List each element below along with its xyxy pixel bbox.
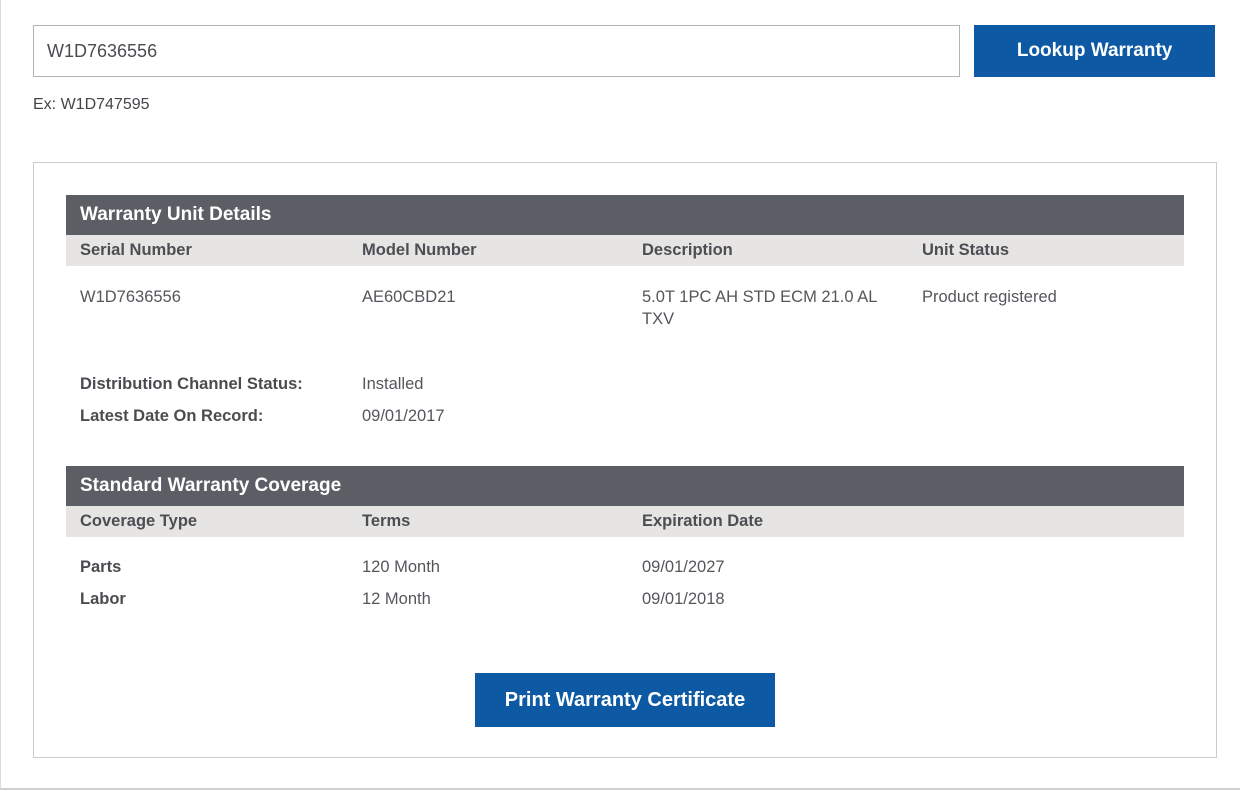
column-header-terms: Terms	[348, 508, 628, 535]
column-header-description: Description	[628, 237, 908, 264]
distribution-channel-status-row: Distribution Channel Status: Installed	[66, 368, 1184, 400]
latest-date-on-record-row: Latest Date On Record: 09/01/2017	[66, 400, 1184, 432]
unit-status-details: Distribution Channel Status: Installed L…	[66, 368, 1184, 432]
coverage-rows: Parts 120 Month 09/01/2027 Labor 12 Mont…	[66, 551, 1184, 615]
expiration-date-value: 09/01/2027	[628, 551, 1184, 583]
coverage-row-parts: Parts 120 Month 09/01/2027	[66, 551, 1184, 583]
search-section: Lookup Warranty Ex: W1D747595	[1, 0, 1240, 114]
warranty-result-card: Warranty Unit Details Serial Number Mode…	[33, 162, 1217, 758]
coverage-row-labor: Labor 12 Month 09/01/2018	[66, 583, 1184, 615]
unit-details-section-header: Warranty Unit Details	[66, 195, 1184, 235]
unit-status-value: Product registered	[908, 286, 1184, 330]
description-value: 5.0T 1PC AH STD ECM 21.0 AL TXV	[628, 286, 896, 330]
coverage-column-headers: Coverage Type Terms Expiration Date	[66, 506, 1184, 537]
warranty-lookup-page: Lookup Warranty Ex: W1D747595 Warranty U…	[0, 0, 1240, 790]
coverage-type-value: Parts	[66, 551, 348, 583]
print-button-container: Print Warranty Certificate	[66, 673, 1184, 727]
distribution-channel-status-label: Distribution Channel Status:	[66, 368, 348, 400]
coverage-section-header: Standard Warranty Coverage	[66, 466, 1184, 506]
coverage-type-value: Labor	[66, 583, 348, 615]
expiration-date-value: 09/01/2018	[628, 583, 1184, 615]
column-header-coverage-type: Coverage Type	[66, 508, 348, 535]
unit-details-column-headers: Serial Number Model Number Description U…	[66, 235, 1184, 266]
unit-details-row: W1D7636556 AE60CBD21 5.0T 1PC AH STD ECM…	[66, 286, 1184, 330]
serial-number-value: W1D7636556	[66, 286, 348, 330]
latest-date-on-record-value: 09/01/2017	[348, 400, 628, 432]
column-header-unit-status: Unit Status	[908, 237, 1184, 264]
distribution-channel-status-value: Installed	[348, 368, 628, 400]
model-number-value: AE60CBD21	[348, 286, 628, 330]
terms-value: 12 Month	[348, 583, 628, 615]
column-header-serial-number: Serial Number	[66, 237, 348, 264]
serial-example-hint: Ex: W1D747595	[33, 96, 1215, 114]
serial-number-input[interactable]	[33, 25, 960, 77]
search-row: Lookup Warranty	[33, 25, 1215, 77]
terms-value: 120 Month	[348, 551, 628, 583]
lookup-warranty-button[interactable]: Lookup Warranty	[974, 25, 1215, 77]
column-header-expiration-date: Expiration Date	[628, 508, 1184, 535]
column-header-model-number: Model Number	[348, 237, 628, 264]
latest-date-on-record-label: Latest Date On Record:	[66, 400, 348, 432]
print-warranty-certificate-button[interactable]: Print Warranty Certificate	[475, 673, 775, 727]
